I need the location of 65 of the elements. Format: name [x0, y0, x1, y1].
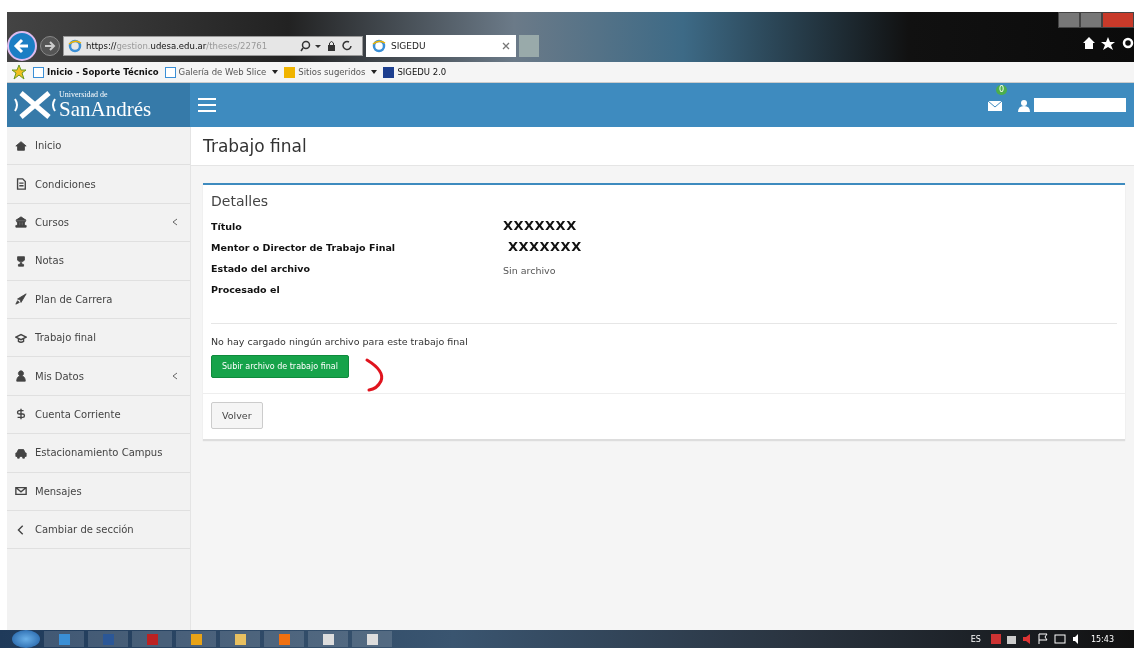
- taskbar-app-icon[interactable]: [352, 631, 392, 647]
- sidebar-item[interactable]: Estacionamiento Campus: [7, 434, 190, 473]
- start-button[interactable]: [12, 630, 40, 648]
- field-value: XXXXXXX: [508, 239, 583, 254]
- taskbar-app-icon[interactable]: [44, 631, 84, 647]
- browser-tab[interactable]: SIGEDU: [366, 35, 516, 57]
- sidebar-item[interactable]: Cambiar de sección: [7, 510, 190, 550]
- browser-icon: [68, 39, 82, 53]
- toolbar-icons[interactable]: [1082, 36, 1134, 50]
- car-icon: [15, 446, 27, 459]
- sidebar-item[interactable]: Mis Datos: [7, 357, 190, 396]
- home-icon: [15, 139, 27, 152]
- page-title: Trabajo final: [203, 136, 307, 156]
- favorite-link[interactable]: Galería de Web Slice: [164, 66, 279, 78]
- user-icon: [15, 370, 27, 383]
- window-controls-icon[interactable]: [1058, 12, 1134, 28]
- graduation-cap-icon: [15, 331, 27, 344]
- document-icon: [15, 178, 27, 191]
- rocket-icon: [15, 293, 27, 306]
- dollar-icon: [15, 408, 27, 421]
- chevron-left-icon: [172, 218, 178, 227]
- building-icon: [15, 216, 27, 229]
- mail-icon: [15, 485, 27, 498]
- field-label: Procesado el: [211, 284, 281, 295]
- favorite-link[interactable]: SIGEDU 2.0: [383, 66, 447, 78]
- address-bar[interactable]: https://gestion.udesa.edu.ar/theses/22761: [63, 36, 363, 56]
- sidebar-item[interactable]: Inicio: [7, 127, 190, 166]
- sidebar-item[interactable]: Condiciones: [7, 165, 190, 204]
- field-value: Sin archivo: [503, 265, 557, 276]
- tray-icons[interactable]: [990, 633, 1081, 645]
- field-value: XXXXXXX: [503, 218, 578, 233]
- panel-title: Detalles: [211, 193, 270, 209]
- back-link-button[interactable]: Volver: [211, 402, 263, 429]
- back-button[interactable]: [7, 31, 37, 61]
- chevron-left-icon: [172, 372, 178, 381]
- clock[interactable]: 15:43: [1090, 634, 1114, 644]
- browser-icon: [372, 39, 386, 53]
- mail-icon[interactable]: [988, 100, 1002, 111]
- sidebar-item[interactable]: Plan de Carrera: [7, 280, 190, 319]
- field-label: Mentor o Director de Trabajo Final: [211, 242, 397, 253]
- menu-icon[interactable]: [198, 98, 216, 112]
- sidebar-item[interactable]: Trabajo final: [7, 318, 190, 358]
- field-label: Estado del archivo: [211, 263, 311, 274]
- user-icon[interactable]: [1018, 98, 1030, 112]
- url-text: https://gestion.udesa.edu.ar/theses/22761: [86, 41, 269, 51]
- trophy-icon: [15, 254, 27, 267]
- message-count-badge: 0: [996, 84, 1008, 95]
- notice-text: No hay cargado ningún archivo para este trabajo final: [211, 336, 469, 347]
- star-icon[interactable]: [11, 64, 27, 80]
- forward-button[interactable]: [40, 36, 60, 56]
- sidebar-item[interactable]: Cursos: [7, 203, 190, 243]
- field-label: Título: [211, 221, 243, 232]
- university-logo[interactable]: Universidad de SanAndrés: [7, 83, 190, 127]
- taskbar-app-icon[interactable]: [220, 631, 260, 647]
- close-icon[interactable]: [502, 42, 510, 50]
- sidebar-item[interactable]: Cuenta Corriente: [7, 395, 190, 435]
- language-indicator[interactable]: ES: [970, 634, 981, 644]
- favorite-link[interactable]: Inicio - Soporte Técnico: [33, 66, 159, 78]
- sidebar-item[interactable]: Notas: [7, 242, 190, 281]
- arrow-right-icon: [44, 40, 56, 52]
- taskbar-app-icon[interactable]: [308, 631, 348, 647]
- taskbar-app-icon[interactable]: [264, 631, 304, 647]
- sidebar-item[interactable]: Mensajes: [7, 472, 190, 511]
- favorite-link[interactable]: Sitios sugeridos: [284, 66, 378, 78]
- taskbar-app-icon[interactable]: [176, 631, 216, 647]
